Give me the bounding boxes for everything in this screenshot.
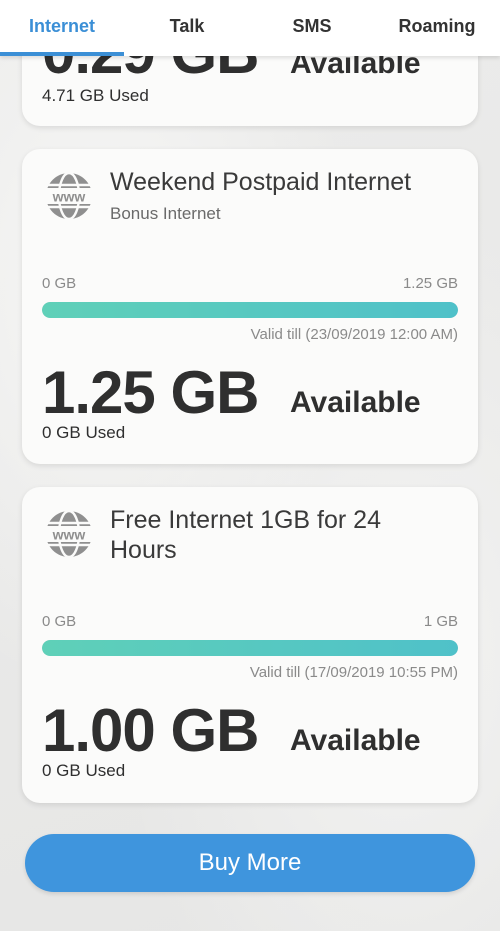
- usage-bar-fill: [42, 302, 458, 318]
- valid-till: Valid till (17/09/2019 10:55 PM): [249, 664, 458, 681]
- svg-text:www: www: [52, 527, 86, 543]
- range-min: 0 GB: [42, 275, 77, 292]
- used-amount: 4.71 GB Used: [42, 86, 149, 105]
- usage-bar: [42, 302, 458, 318]
- tab-talk[interactable]: Talk: [124, 0, 250, 52]
- used-amount: 0 GB Used: [42, 761, 126, 780]
- available-amount: 1.25 GB: [42, 359, 259, 426]
- buy-more-button[interactable]: Buy More: [25, 834, 475, 892]
- internet-card: www Free Internet 1GB for 24 Hours 0 GB …: [22, 487, 478, 803]
- usage-bar-fill: [42, 640, 458, 656]
- range-max: 1 GB: [423, 613, 458, 630]
- tab-bar: Internet Talk SMS Roaming: [0, 0, 500, 56]
- bundle-subtitle: Bonus Internet: [110, 204, 221, 223]
- tab-internet[interactable]: Internet: [0, 0, 124, 52]
- bundle-title: Weekend Postpaid Internet: [110, 168, 412, 196]
- available-label: Available: [290, 386, 421, 419]
- globe-www-icon: www: [44, 509, 94, 559]
- internet-card: www Weekend Postpaid Internet Bonus Inte…: [22, 149, 478, 464]
- used-amount: 0 GB Used: [42, 423, 126, 442]
- active-tab-indicator: [0, 52, 124, 56]
- usage-bar: [42, 640, 458, 656]
- range-min: 0 GB: [42, 613, 77, 630]
- valid-till: Valid till (23/09/2019 12:00 AM): [250, 326, 458, 343]
- globe-www-icon: www: [44, 171, 94, 221]
- tab-roaming[interactable]: Roaming: [374, 0, 500, 52]
- available-label: Available: [290, 724, 421, 757]
- svg-text:www: www: [52, 189, 86, 205]
- bundle-title: Free Internet 1GB for 24 Hours: [110, 506, 381, 564]
- available-amount: 1.00 GB: [42, 697, 259, 764]
- range-max: 1.25 GB: [402, 275, 458, 292]
- tab-sms[interactable]: SMS: [250, 0, 374, 52]
